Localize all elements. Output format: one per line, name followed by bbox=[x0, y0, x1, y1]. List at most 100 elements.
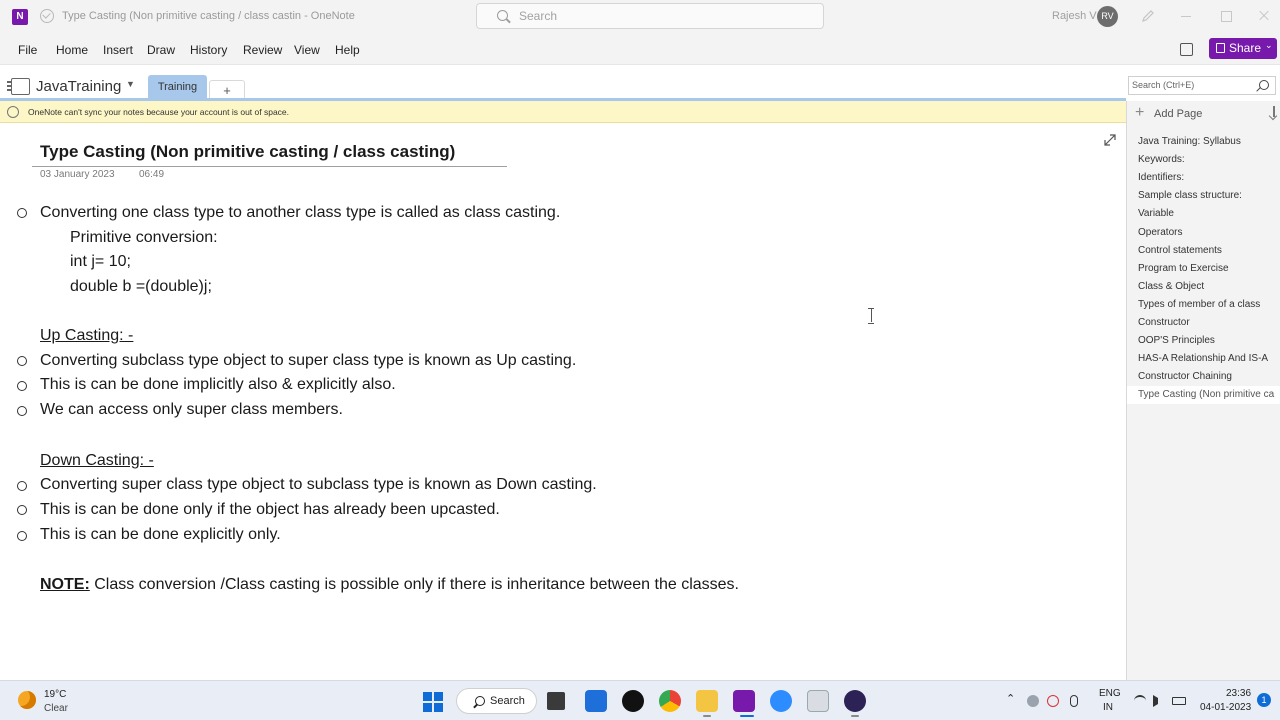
search-icon bbox=[1259, 80, 1269, 90]
tray-app-icon[interactable] bbox=[1047, 695, 1059, 707]
note-line[interactable]: Converting one class type to another cla… bbox=[40, 203, 560, 223]
menu-file[interactable]: File bbox=[18, 43, 37, 57]
search-input[interactable]: Search bbox=[476, 3, 824, 29]
menu-insert[interactable]: Insert bbox=[103, 43, 133, 57]
menu-draw[interactable]: Draw bbox=[147, 43, 175, 57]
search-placeholder: Search bbox=[519, 9, 558, 23]
page-list-item[interactable]: Constructor Chaining bbox=[1127, 368, 1280, 386]
onenote-logo-icon: N bbox=[12, 9, 28, 25]
page-list-item[interactable]: Program to Exercise bbox=[1127, 260, 1280, 278]
task-view-icon[interactable] bbox=[547, 692, 565, 710]
menu-home[interactable]: Home bbox=[56, 43, 88, 57]
note-label: NOTE: bbox=[40, 576, 90, 593]
page-title[interactable]: Type Casting (Non primitive casting / cl… bbox=[40, 142, 455, 162]
dell-icon[interactable] bbox=[622, 690, 644, 712]
volume-icon[interactable] bbox=[1153, 695, 1158, 707]
page-list-item[interactable]: Control statements bbox=[1127, 242, 1280, 260]
user-name[interactable]: Rajesh V bbox=[1052, 10, 1097, 22]
notebook-name[interactable]: JavaTraining bbox=[36, 78, 121, 95]
expand-icon[interactable] bbox=[1104, 134, 1116, 146]
bullet-icon bbox=[17, 356, 27, 366]
weather-temperature[interactable]: 19°C bbox=[44, 689, 66, 700]
language-indicator[interactable]: ENG bbox=[1099, 688, 1121, 699]
note-line[interactable]: NOTE: Class conversion /Class casting is… bbox=[40, 575, 739, 595]
page-list-item[interactable]: HAS-A Relationship And IS-A bbox=[1127, 350, 1280, 368]
downcasting-heading[interactable]: Down Casting: - bbox=[40, 451, 154, 471]
plus-icon: + bbox=[1135, 104, 1145, 121]
note-line[interactable]: We can access only super class members. bbox=[40, 400, 343, 420]
page-list-item[interactable]: Variable bbox=[1127, 205, 1280, 223]
notebook-bar: JavaTraining ▼ Training + Search (Ctrl+E… bbox=[0, 64, 1280, 101]
snipping-tool-icon[interactable] bbox=[807, 690, 829, 712]
bullet-icon bbox=[17, 505, 27, 515]
maximize-button[interactable] bbox=[1218, 8, 1234, 24]
title-bar: N Type Casting (Non primitive casting / … bbox=[0, 0, 1280, 34]
page-list-item[interactable]: Operators bbox=[1127, 224, 1280, 242]
note-line[interactable]: int j= 10; bbox=[70, 252, 131, 272]
note-line[interactable]: Converting super class type object to su… bbox=[40, 475, 597, 495]
sync-warning-text: OneNote can't sync your notes because yo… bbox=[28, 107, 290, 117]
bullet-icon bbox=[17, 381, 27, 391]
language-region[interactable]: IN bbox=[1103, 702, 1113, 713]
note-line[interactable]: This is can be done only if the object h… bbox=[40, 500, 500, 520]
note-line[interactable]: double b =(double)j; bbox=[70, 277, 212, 297]
store-icon[interactable] bbox=[585, 690, 607, 712]
onenote-taskbar-icon[interactable] bbox=[733, 690, 755, 712]
menu-help[interactable]: Help bbox=[335, 43, 360, 57]
notebook-dropdown-icon[interactable]: ▼ bbox=[126, 79, 135, 89]
wifi-icon[interactable] bbox=[1134, 695, 1146, 707]
page-time: 06:49 bbox=[139, 169, 165, 180]
bullet-icon bbox=[17, 208, 27, 218]
microphone-icon[interactable] bbox=[1070, 695, 1078, 707]
sync-icon[interactable] bbox=[40, 9, 54, 23]
note-line[interactable]: This is can be done explicitly only. bbox=[40, 525, 281, 545]
zoom-icon[interactable] bbox=[770, 690, 792, 712]
menu-history[interactable]: History bbox=[190, 43, 227, 57]
taskbar-search-button[interactable]: Search bbox=[456, 688, 537, 714]
page-search-placeholder: Search (Ctrl+E) bbox=[1132, 80, 1195, 90]
upcasting-heading[interactable]: Up Casting: - bbox=[40, 326, 133, 346]
weather-moon-icon[interactable] bbox=[18, 691, 36, 709]
page-list-item[interactable]: Constructor bbox=[1127, 314, 1280, 332]
page-list-item[interactable]: Java Training: Syllabus bbox=[1127, 133, 1280, 151]
page-search-input[interactable]: Search (Ctrl+E) bbox=[1128, 76, 1276, 95]
share-label: Share bbox=[1229, 41, 1262, 55]
tray-app-icon[interactable] bbox=[1027, 695, 1039, 707]
page-list-item[interactable]: Class & Object bbox=[1127, 278, 1280, 296]
active-indicator bbox=[740, 715, 754, 717]
menu-view[interactable]: View bbox=[294, 43, 320, 57]
note-line[interactable]: Primitive conversion: bbox=[70, 228, 218, 248]
chrome-icon[interactable] bbox=[659, 690, 681, 712]
bullet-icon bbox=[17, 481, 27, 491]
page-list-item[interactable]: Types of member of a class bbox=[1127, 296, 1280, 314]
notebook-icon[interactable] bbox=[7, 78, 30, 95]
note-line[interactable]: Converting subclass type object to super… bbox=[40, 351, 576, 371]
minimize-button[interactable] bbox=[1178, 8, 1194, 24]
chevron-up-icon[interactable]: ⌃ bbox=[1006, 692, 1018, 705]
close-button[interactable] bbox=[1256, 8, 1272, 24]
search-icon bbox=[475, 696, 485, 706]
menu-review[interactable]: Review bbox=[243, 43, 282, 57]
avatar[interactable]: RV bbox=[1097, 6, 1118, 27]
share-button[interactable]: Share ⌄ bbox=[1209, 38, 1277, 59]
notification-badge[interactable]: 1 bbox=[1257, 693, 1271, 707]
note-line[interactable]: This is can be done implicitly also & ex… bbox=[40, 375, 396, 395]
page-list-item[interactable]: OOP'S Principles bbox=[1127, 332, 1280, 350]
menu-bar: File Home Insert Draw History Review Vie… bbox=[0, 34, 1280, 64]
pen-icon[interactable] bbox=[1141, 9, 1155, 23]
page-list-item[interactable]: Identifiers: bbox=[1127, 169, 1280, 187]
sync-warning-bar: OneNote can't sync your notes because yo… bbox=[0, 101, 1126, 123]
page-list-item[interactable]: Type Casting (Non primitive ca bbox=[1127, 386, 1280, 405]
page-list-item[interactable]: Keywords: bbox=[1127, 151, 1280, 169]
file-explorer-icon[interactable] bbox=[696, 690, 718, 712]
page-list-item[interactable]: Sample class structure: bbox=[1127, 187, 1280, 205]
sort-icon[interactable] bbox=[1269, 106, 1279, 118]
windows-start-icon[interactable] bbox=[423, 692, 443, 712]
clock-time[interactable]: 23:36 bbox=[1226, 688, 1251, 699]
eclipse-icon[interactable] bbox=[844, 690, 866, 712]
battery-icon[interactable] bbox=[1172, 697, 1186, 705]
bullet-icon bbox=[17, 406, 27, 416]
full-page-view-icon[interactable] bbox=[1180, 43, 1193, 56]
weather-condition[interactable]: Clear bbox=[44, 703, 68, 714]
clock-date[interactable]: 04-01-2023 bbox=[1200, 702, 1251, 713]
